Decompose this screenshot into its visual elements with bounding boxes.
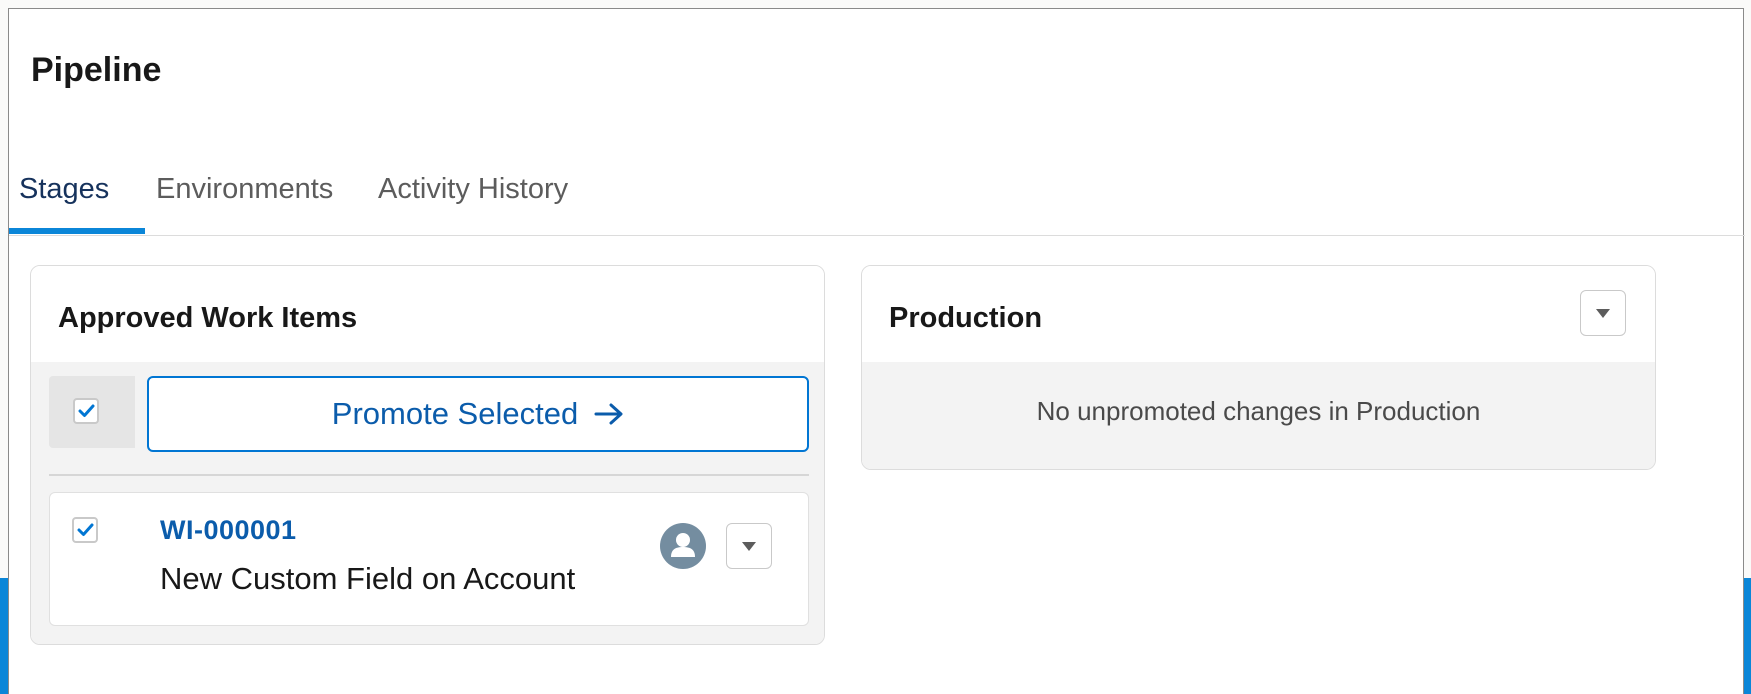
tab-bar: Stages Environments Activity History bbox=[9, 159, 1745, 236]
chevron-down-icon bbox=[1596, 309, 1610, 318]
chevron-down-icon bbox=[742, 542, 756, 551]
tab-stages[interactable]: Stages bbox=[19, 173, 109, 206]
window-accent-left bbox=[0, 578, 8, 694]
tab-environments[interactable]: Environments bbox=[156, 173, 333, 206]
checkmark-icon bbox=[77, 523, 94, 536]
production-card-title: Production bbox=[889, 302, 1043, 334]
production-menu-button[interactable] bbox=[1580, 290, 1626, 336]
work-item-description: New Custom Field on Account bbox=[160, 561, 576, 596]
production-card-body: No unpromoted changes in Production bbox=[862, 362, 1655, 469]
select-all-container bbox=[49, 376, 135, 448]
window-accent-right bbox=[1743, 578, 1751, 694]
tab-activity-history[interactable]: Activity History bbox=[378, 173, 568, 206]
approved-card-title: Approved Work Items bbox=[58, 302, 358, 334]
arrow-right-icon bbox=[594, 403, 623, 425]
promote-selected-label: Promote Selected bbox=[331, 396, 579, 431]
approved-work-items-card: Approved Work Items Promote Selected WI-… bbox=[30, 265, 825, 645]
production-card-header: Production bbox=[862, 266, 1655, 362]
user-silhouette-icon bbox=[671, 533, 695, 557]
checkmark-icon bbox=[78, 404, 95, 417]
work-item-menu-button[interactable] bbox=[726, 523, 772, 569]
active-tab-indicator bbox=[9, 228, 145, 234]
section-divider bbox=[49, 474, 809, 476]
work-item-id-link[interactable]: WI-000001 bbox=[160, 515, 297, 546]
work-item-checkbox[interactable] bbox=[72, 517, 98, 543]
empty-state-message: No unpromoted changes in Production bbox=[1036, 396, 1481, 426]
production-card: Production No unpromoted changes in Prod… bbox=[861, 265, 1656, 470]
pipeline-window: Pipeline Stages Environments Activity Hi… bbox=[8, 8, 1745, 694]
work-item-card: WI-000001 New Custom Field on Account bbox=[49, 492, 809, 626]
approved-card-body: Promote Selected WI-000001 New Custom Fi… bbox=[31, 362, 824, 644]
approved-card-header: Approved Work Items bbox=[31, 266, 824, 362]
page-title: Pipeline bbox=[31, 51, 162, 89]
user-avatar-icon[interactable] bbox=[660, 523, 706, 569]
promote-selected-button[interactable]: Promote Selected bbox=[147, 376, 809, 452]
select-all-checkbox[interactable] bbox=[73, 398, 99, 424]
